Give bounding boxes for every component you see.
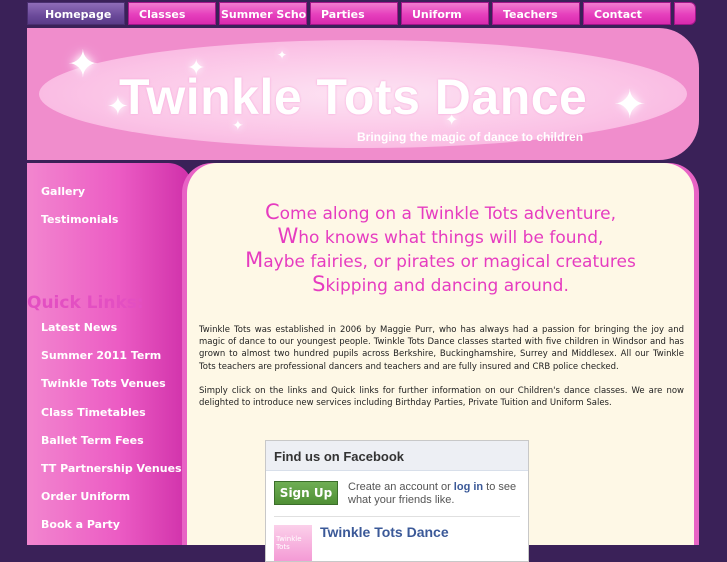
- quick-link-latest-news[interactable]: Latest News: [41, 321, 117, 334]
- intro-paragraph: Twinkle Tots was established in 2006 by …: [199, 325, 684, 372]
- poem-line: Maybe fairies, or pirates or magical cre…: [245, 248, 636, 272]
- nav-classes[interactable]: Classes: [128, 2, 216, 25]
- quick-link-venues[interactable]: Twinkle Tots Venues: [41, 377, 166, 390]
- nav-end-cap: [674, 2, 696, 25]
- divider: [274, 516, 520, 517]
- site-tagline: Bringing the magic of dance to children: [357, 130, 584, 144]
- main-content: Come along on a Twinkle Tots adventure, …: [182, 163, 699, 562]
- quick-link-book-party[interactable]: Book a Party: [41, 518, 120, 531]
- facebook-page-thumbnail[interactable]: Twinkle Tots: [274, 525, 312, 561]
- content-panel: Come along on a Twinkle Tots adventure, …: [187, 163, 694, 562]
- quick-link-partnership-venues[interactable]: TT Partnership Venues: [41, 462, 182, 475]
- nav-teachers[interactable]: Teachers: [492, 2, 580, 25]
- header-banner: ✦ ✦ ✦ ✦ ✦ ✦ ✦ Twinkle Tots Dance Bringin…: [27, 28, 699, 160]
- sparkle-icon: ✦: [277, 48, 288, 62]
- sparkle-icon: ✦: [67, 42, 99, 86]
- poem-line: Come along on a Twinkle Tots adventure,: [264, 200, 617, 224]
- facebook-header: Find us on Facebook: [266, 441, 528, 471]
- sparkle-icon: ✦: [613, 82, 647, 128]
- sidebar-link-gallery[interactable]: Gallery: [41, 185, 85, 198]
- facebook-login-link[interactable]: log in: [454, 481, 483, 493]
- intro-paragraph: Simply click on the links and Quick link…: [199, 385, 684, 409]
- poem-line: Who knows what things will be found,: [277, 224, 604, 248]
- top-nav: Homepage Classes Summer School Parties U…: [27, 2, 697, 27]
- poem-line: Skipping and dancing around.: [312, 272, 569, 296]
- nav-uniform[interactable]: Uniform: [401, 2, 489, 25]
- sidebar-link-testimonials[interactable]: Testimonials: [41, 213, 118, 226]
- quick-link-summer-term[interactable]: Summer 2011 Term: [41, 349, 161, 362]
- quick-link-ballet-fees[interactable]: Ballet Term Fees: [41, 434, 144, 447]
- nav-homepage[interactable]: Homepage: [27, 2, 125, 25]
- sidebar: Gallery Testimonials Quick Links: Latest…: [27, 163, 192, 545]
- facebook-page-link[interactable]: Twinkle Tots Dance: [320, 524, 449, 540]
- quick-link-order-uniform[interactable]: Order Uniform: [41, 490, 130, 503]
- intro-text: Twinkle Tots was established in 2006 by …: [199, 324, 684, 421]
- site-title: Twinkle Tots Dance: [119, 69, 588, 125]
- quick-links-heading: Quick Links:: [27, 293, 144, 313]
- facebook-create-account-text: Create an account or log in to see what …: [348, 481, 517, 506]
- intro-poem: Come along on a Twinkle Tots adventure, …: [187, 201, 694, 297]
- nav-summer-school[interactable]: Summer School: [219, 2, 307, 25]
- quick-link-timetables[interactable]: Class Timetables: [41, 406, 146, 419]
- facebook-signup-button[interactable]: Sign Up: [274, 481, 338, 505]
- nav-contact[interactable]: Contact: [583, 2, 671, 25]
- nav-parties[interactable]: Parties: [310, 2, 398, 25]
- facebook-widget: Find us on Facebook Sign Up Create an ac…: [265, 440, 529, 562]
